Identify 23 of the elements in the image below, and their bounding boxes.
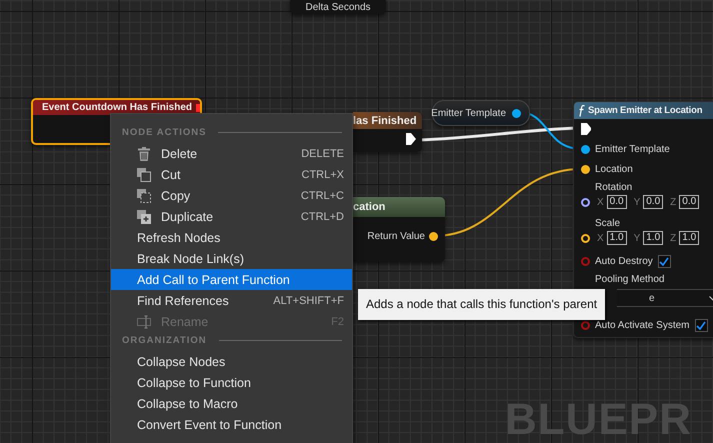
pin-label: Emitter Template [595, 144, 670, 154]
axis-label: Y [634, 196, 640, 208]
pin-label: Emitter Template [431, 108, 506, 118]
node-title: las Finished [353, 114, 417, 126]
pin-label: Scale [594, 218, 622, 229]
axis-label: X [597, 196, 604, 208]
section-heading: ORGANIZATION [122, 334, 207, 346]
pin-label: Delta Seconds [305, 2, 371, 13]
pin-label: Rotation [594, 182, 634, 193]
pin-label: Return Value [367, 231, 425, 242]
node-title: Spawn Emitter at Location [588, 105, 702, 116]
pin-label: Pooling Method [595, 274, 666, 285]
section-heading: NODE ACTIONS [122, 126, 206, 138]
node-title: Event Countdown Has Finished [42, 102, 192, 113]
pin-label: Location [595, 164, 633, 174]
axis-label: Z [670, 196, 676, 208]
tooltip: Adds a node that calls this function's parent [358, 289, 606, 320]
axis-label: Y [634, 232, 640, 244]
pin-label: Auto Activate System [595, 320, 690, 330]
pin-label: Auto Destroy [595, 256, 653, 266]
node-title: cation [353, 201, 386, 213]
axis-label: X [597, 232, 604, 244]
axis-label: Z [670, 232, 676, 244]
